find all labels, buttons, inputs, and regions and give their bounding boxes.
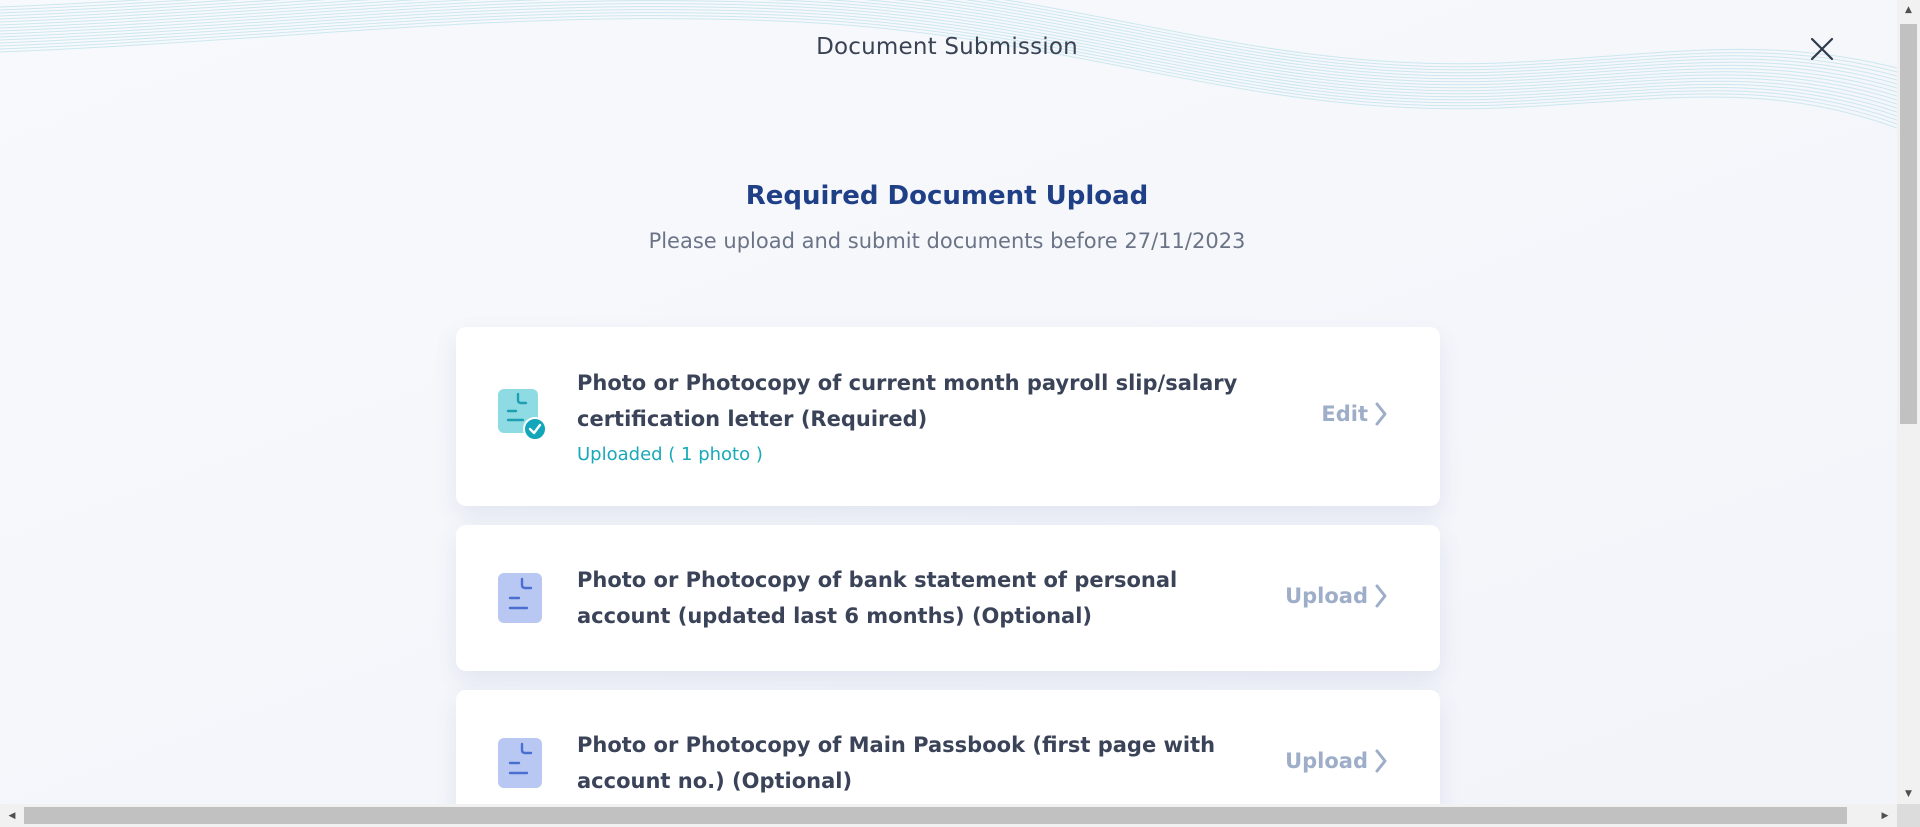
edit-label: Edit	[1321, 402, 1368, 426]
document-status: Uploaded ( 1 photo )	[577, 444, 763, 465]
close-icon	[1810, 37, 1834, 61]
page-heading: Required Document Upload	[745, 181, 1149, 211]
scroll-left-arrow[interactable]: ◀	[2, 804, 22, 827]
document-card-bank-statement[interactable]: Photo or Photocopy of bank statement of …	[456, 525, 1440, 671]
document-title: Photo or Photocopy of current month payr…	[577, 371, 1238, 431]
scroll-up-arrow[interactable]: ▲	[1897, 0, 1920, 20]
close-button[interactable]	[1808, 35, 1836, 63]
edit-button[interactable]: Edit	[1321, 401, 1388, 427]
upload-label: Upload	[1285, 584, 1368, 608]
scroll-down-arrow[interactable]: ▼	[1897, 784, 1920, 804]
document-uploaded-icon	[498, 389, 547, 441]
app-viewport: Document Submission Required Document Up…	[0, 0, 1897, 804]
upload-label: Upload	[1285, 749, 1368, 773]
vertical-scrollbar[interactable]: ▲ ▼	[1897, 0, 1920, 804]
header-title: Document Submission	[816, 34, 1078, 60]
document-icon	[498, 573, 542, 623]
header-wave-decoration	[0, 0, 1897, 129]
page-subheading: Please upload and submit documents befor…	[648, 229, 1246, 253]
document-title: Photo or Photocopy of bank statement of …	[577, 568, 1178, 628]
scroll-right-arrow[interactable]: ▶	[1875, 804, 1895, 827]
horizontal-scrollbar[interactable]: ◀ ▶	[0, 804, 1897, 827]
upload-button[interactable]: Upload	[1285, 583, 1388, 609]
document-title: Photo or Photocopy of Main Passbook (fir…	[577, 733, 1216, 793]
document-card-payroll[interactable]: Photo or Photocopy of current month payr…	[456, 327, 1440, 506]
document-card-passbook[interactable]: Photo or Photocopy of Main Passbook (fir…	[456, 690, 1440, 804]
vertical-scroll-thumb[interactable]	[1900, 24, 1917, 424]
chevron-right-icon	[1375, 402, 1387, 426]
chevron-right-icon	[1375, 584, 1387, 608]
upload-button[interactable]: Upload	[1285, 748, 1388, 774]
document-icon	[498, 738, 542, 788]
chevron-right-icon	[1375, 749, 1387, 773]
scrollbar-corner	[1897, 804, 1920, 827]
horizontal-scroll-thumb[interactable]	[24, 807, 1847, 824]
